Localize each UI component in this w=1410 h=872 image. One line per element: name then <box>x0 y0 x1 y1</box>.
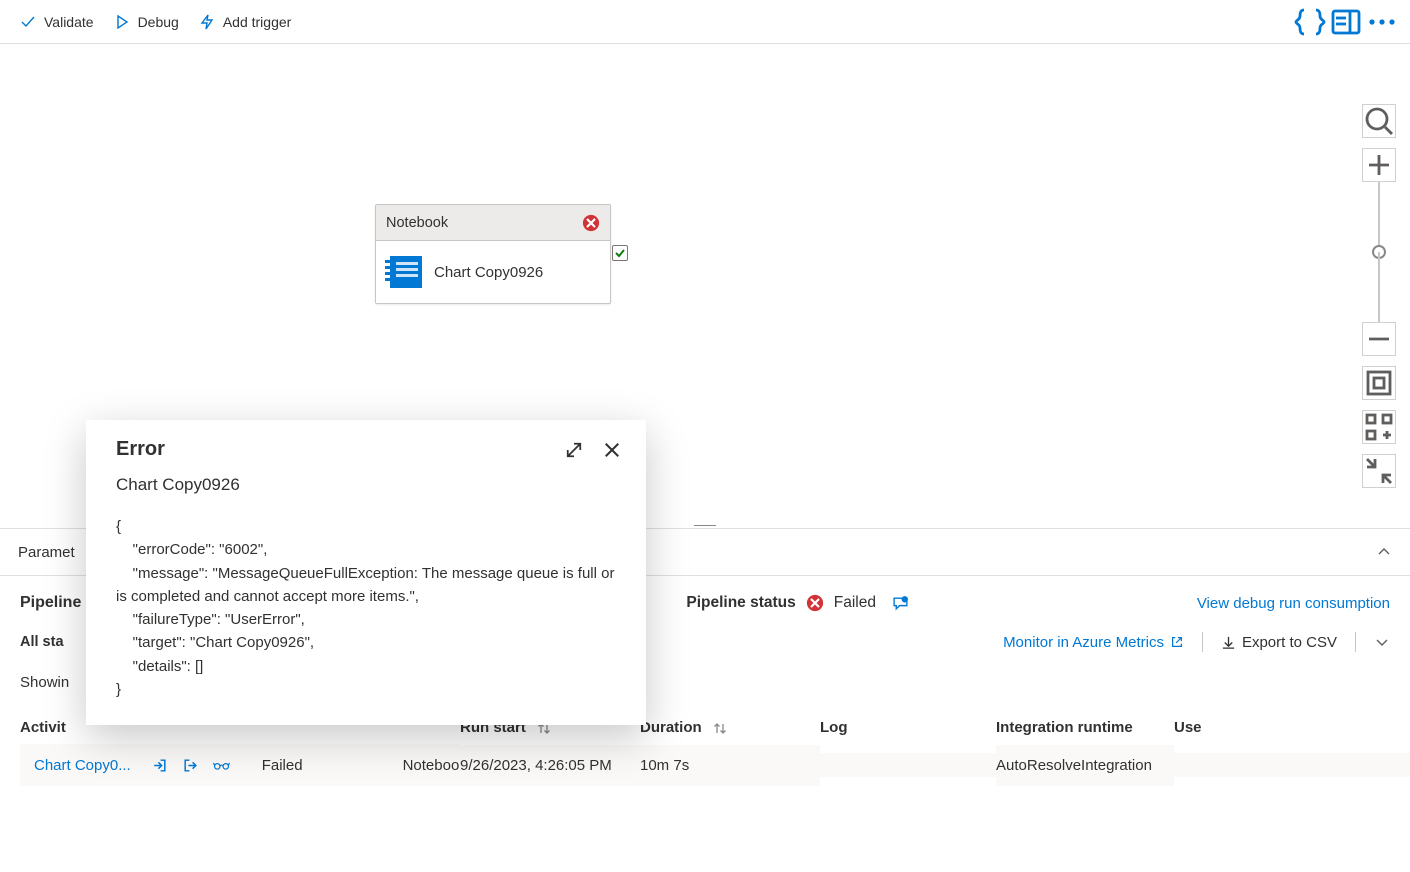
monitor-metrics-link[interactable]: Monitor in Azure Metrics <box>1003 634 1184 651</box>
braces-icon <box>1294 6 1326 38</box>
check-icon <box>614 247 626 259</box>
plus-icon <box>1363 149 1395 181</box>
more-button[interactable] <box>1366 6 1398 38</box>
error-popup: Error Chart Copy0926 { "errorCode": "600… <box>86 420 646 725</box>
divider <box>1202 632 1203 652</box>
properties-button[interactable] <box>1330 6 1362 38</box>
validate-button[interactable]: Validate <box>12 6 102 38</box>
activity-node-body: Chart Copy0926 <box>376 241 610 303</box>
canvas-tools <box>1362 104 1396 488</box>
fullscreen-exit-button[interactable] <box>1362 454 1396 488</box>
output-icon[interactable] <box>182 757 199 774</box>
error-details-icon[interactable]: ! <box>892 595 909 612</box>
input-icon[interactable] <box>151 757 168 774</box>
close-icon[interactable] <box>602 440 622 460</box>
zoom-in-button[interactable] <box>1362 148 1396 182</box>
col-runtime[interactable]: Integration runtime <box>996 711 1174 744</box>
sort-icon <box>712 721 728 735</box>
add-trigger-label: Add trigger <box>223 14 291 30</box>
row-duration: 10m 7s <box>640 745 820 786</box>
play-icon <box>114 14 130 30</box>
col-duration[interactable]: Duration <box>640 711 820 744</box>
minus-icon <box>1363 323 1395 355</box>
pipeline-status-value: Failed <box>834 594 876 612</box>
debug-button[interactable]: Debug <box>106 6 187 38</box>
row-run-start: 9/26/2023, 4:26:05 PM <box>460 745 640 786</box>
code-view-button[interactable] <box>1294 6 1326 38</box>
debug-consumption-link[interactable]: View debug run consumption <box>1197 595 1390 612</box>
export-csv-label: Export to CSV <box>1242 634 1337 651</box>
popup-title: Error <box>116 438 165 461</box>
zoom-slider-track[interactable] <box>1378 182 1380 252</box>
row-log <box>820 753 996 777</box>
add-trigger-button[interactable]: Add trigger <box>191 6 299 38</box>
ellipsis-icon <box>1366 6 1398 38</box>
zoom-fit-button[interactable] <box>1362 366 1396 400</box>
popup-subtitle: Chart Copy0926 <box>116 475 622 495</box>
row-status: Failed <box>262 757 303 774</box>
download-icon <box>1221 635 1236 650</box>
search-icon <box>1363 105 1395 137</box>
debug-label: Debug <box>138 14 179 30</box>
toolbar: Validate Debug Add trigger <box>0 0 1410 44</box>
chevron-up-icon[interactable] <box>1376 544 1392 560</box>
col-log[interactable]: Log <box>820 711 996 744</box>
external-link-icon <box>1170 635 1184 649</box>
success-connector[interactable] <box>612 245 628 261</box>
check-icon <box>20 14 36 30</box>
zoom-slider-track[interactable] <box>1378 252 1380 322</box>
collapse-icon <box>1363 455 1395 487</box>
popup-body: { "errorCode": "6002", "message": "Messa… <box>116 515 622 701</box>
align-icon <box>1363 411 1395 443</box>
validate-label: Validate <box>44 14 94 30</box>
zoom-out-button[interactable] <box>1362 322 1396 356</box>
monitor-metrics-label: Monitor in Azure Metrics <box>1003 634 1164 651</box>
export-csv-button[interactable]: Export to CSV <box>1221 634 1337 651</box>
activity-name-link[interactable]: Chart Copy0... <box>34 757 131 774</box>
activity-name: Chart Copy0926 <box>434 264 543 281</box>
expand-icon[interactable] <box>564 440 584 460</box>
output-title: Pipeline <box>20 594 81 612</box>
divider <box>1355 632 1356 652</box>
glasses-icon[interactable] <box>213 757 230 774</box>
svg-text:!: ! <box>904 597 905 603</box>
chevron-down-icon[interactable] <box>1374 634 1390 650</box>
auto-align-button[interactable] <box>1362 410 1396 444</box>
activity-type-label: Notebook <box>386 215 448 231</box>
error-icon <box>582 214 600 232</box>
col-user[interactable]: Use <box>1174 711 1358 744</box>
row-runtime: AutoResolveIntegration <box>996 745 1174 786</box>
error-icon <box>806 594 824 612</box>
notebook-icon <box>390 256 422 288</box>
panel-icon <box>1330 6 1362 38</box>
activity-node[interactable]: Notebook Chart Copy0926 <box>375 204 611 304</box>
status-filter-dropdown[interactable]: All sta <box>20 634 64 650</box>
trigger-icon <box>199 14 215 30</box>
row-type: Notebook <box>403 757 460 774</box>
fit-icon <box>1363 367 1395 399</box>
tab-parameters[interactable]: Paramet <box>18 544 75 561</box>
canvas-search-button[interactable] <box>1362 104 1396 138</box>
pipeline-status-label: Pipeline status <box>686 594 795 612</box>
activity-node-header: Notebook <box>376 205 610 241</box>
